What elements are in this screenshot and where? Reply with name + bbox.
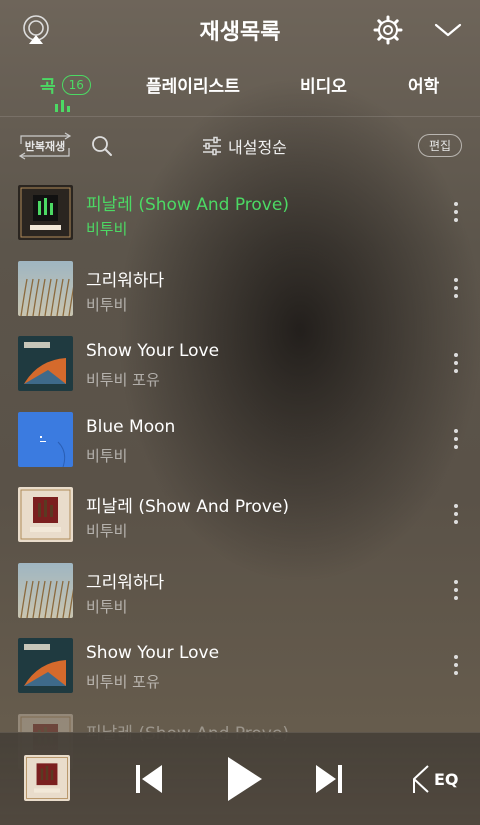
more-options-icon[interactable] <box>446 653 466 677</box>
song-row[interactable]: Show Your Love 비투비 포유 <box>0 327 480 402</box>
song-row[interactable]: Show Your Love 비투비 포유 <box>0 629 480 704</box>
album-art <box>18 260 73 316</box>
tab-language[interactable]: 어학 <box>408 72 439 97</box>
song-count-badge: 16 <box>61 74 91 95</box>
album-art <box>18 487 73 542</box>
chevron-down-icon[interactable] <box>430 14 466 46</box>
mini-player: EQ <box>0 732 480 825</box>
more-options-icon[interactable] <box>446 502 466 526</box>
song-title: 그리워하다 <box>86 270 165 291</box>
sort-label: 내설정순 <box>228 138 287 157</box>
song-artist: 비투비 <box>86 597 128 616</box>
more-options-icon[interactable] <box>446 351 466 375</box>
speaker-icon <box>413 765 429 793</box>
more-options-icon[interactable] <box>446 276 466 300</box>
play-icon[interactable] <box>222 753 266 805</box>
song-artist: 비투비 <box>86 522 128 540</box>
eq-label: EQ <box>434 769 459 789</box>
edit-button[interactable]: 편집 <box>418 134 463 157</box>
sort-button[interactable]: 내설정순 <box>202 134 287 158</box>
song-title: Show Your Love <box>86 341 220 361</box>
tab-video[interactable]: 비디오 <box>300 72 347 97</box>
sliders-icon <box>203 136 221 156</box>
divider <box>0 116 480 117</box>
song-artist: 비투비 포유 <box>86 371 160 389</box>
song-artist: 비투비 <box>86 295 128 314</box>
song-row[interactable]: Blue Moon 비투비 <box>0 403 480 478</box>
album-art <box>18 562 73 618</box>
header: 재생목록 <box>0 0 480 58</box>
album-art <box>18 185 73 240</box>
repeat-label: 반복재생 <box>24 140 66 153</box>
tab-playlist[interactable]: 플레이리스트 <box>146 72 240 97</box>
more-options-icon[interactable] <box>446 200 466 224</box>
song-artist: 비투비 포유 <box>86 673 160 691</box>
now-playing-indicator-icon <box>55 100 70 112</box>
song-row[interactable]: 그리워하다비투비 <box>0 252 480 327</box>
album-art <box>18 411 73 467</box>
tab-songs[interactable]: 곡 16 <box>40 72 91 97</box>
song-row[interactable]: 피날레 (Show And Prove) 비투비 <box>0 478 480 553</box>
album-art <box>18 336 73 391</box>
song-title: Blue Moon <box>86 416 176 437</box>
song-artist: 비투비 <box>86 220 128 238</box>
song-title: 피날레 (Show And Prove) <box>86 195 289 215</box>
song-title: Show Your Love <box>86 643 220 663</box>
next-icon[interactable] <box>312 759 346 799</box>
song-row[interactable]: 피날레 (Show And Prove) 비투비 <box>0 176 480 251</box>
song-row[interactable]: 그리워하다비투비 <box>0 554 480 629</box>
tab-songs-label: 곡 <box>40 77 56 97</box>
album-art <box>18 638 73 693</box>
search-icon[interactable] <box>90 134 114 158</box>
list-toolbar: 반복재생 내설정순 편집 <box>0 118 480 174</box>
song-artist: 비투비 <box>86 446 128 465</box>
song-title: 그리워하다 <box>86 572 165 593</box>
song-title: 피날레 (Show And Prove) <box>86 497 289 517</box>
repeat-button[interactable]: 반복재생 <box>17 132 73 160</box>
eq-button[interactable]: EQ <box>410 761 460 797</box>
now-playing-cover[interactable] <box>24 755 70 801</box>
gear-icon[interactable] <box>370 12 406 48</box>
more-options-icon[interactable] <box>446 578 466 602</box>
tab-bar: 곡 16 플레이리스트 비디오 어학 <box>0 58 480 114</box>
more-options-icon[interactable] <box>446 427 466 451</box>
page-title: 재생목록 <box>199 20 281 45</box>
previous-icon[interactable] <box>132 759 166 799</box>
